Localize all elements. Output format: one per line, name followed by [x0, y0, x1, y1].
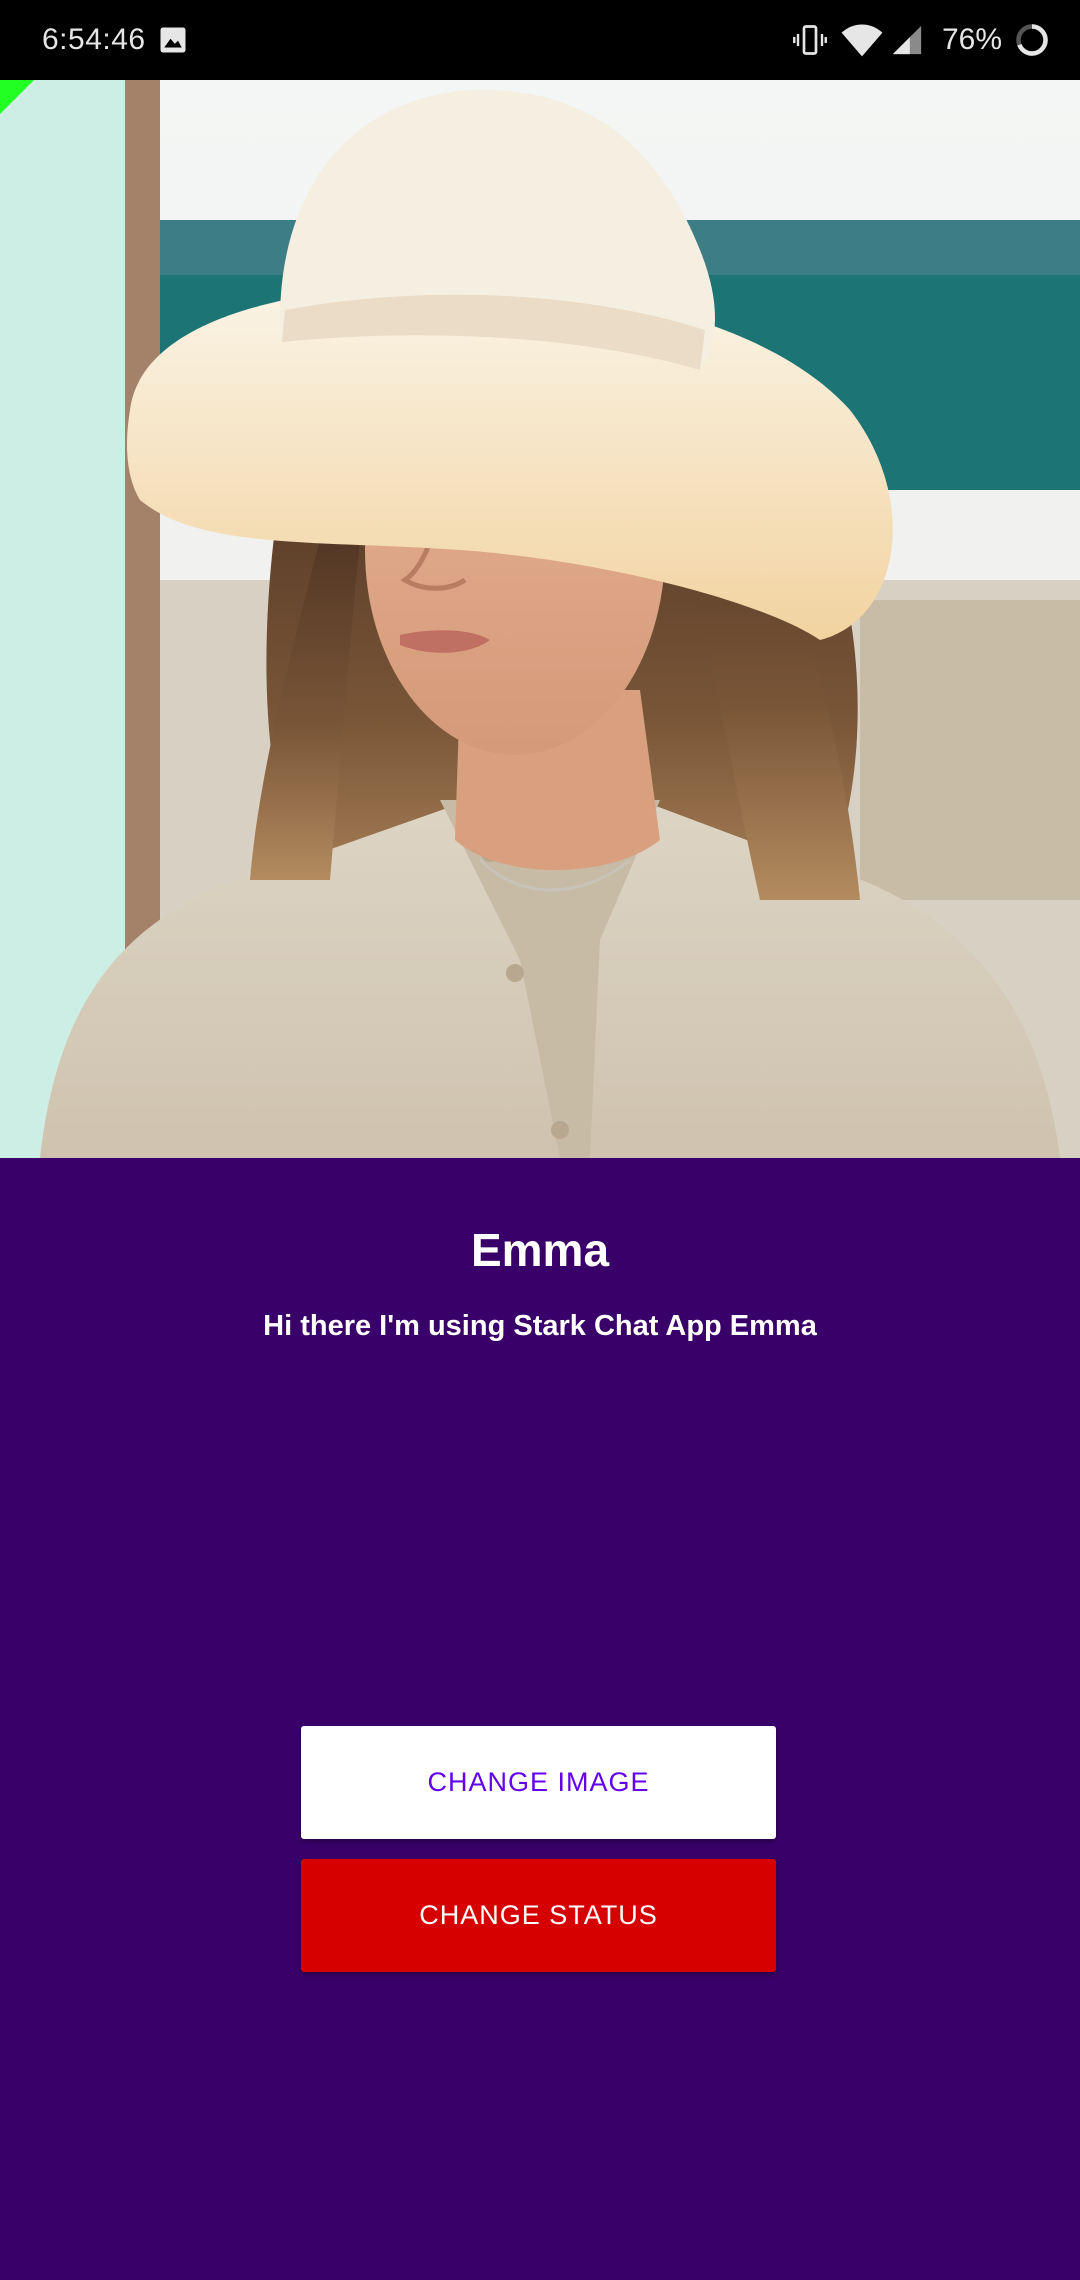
battery-icon: [1016, 24, 1048, 56]
profile-photo-illustration: [0, 80, 1080, 1158]
change-status-button[interactable]: CHANGE STATUS: [301, 1859, 776, 1972]
wifi-icon: [841, 24, 883, 57]
change-image-button[interactable]: CHANGE IMAGE: [301, 1726, 776, 1839]
status-time: 6:54:46: [42, 23, 146, 56]
signal-icon: [892, 25, 922, 55]
profile-image[interactable]: [0, 80, 1080, 1158]
status-icons: 76%: [792, 18, 1050, 62]
battery-percent: 76%: [941, 23, 1002, 56]
profile-screen: 6:54:46 76% Emma Hi there I'm using Star…: [0, 0, 1080, 2280]
gallery-icon: [160, 27, 186, 53]
vibrate-icon: [793, 25, 827, 55]
corner-marker: [0, 80, 34, 114]
profile-name: Emma: [470, 1224, 610, 1276]
status-bar: 6:54:46 76%: [0, 0, 1080, 80]
profile-status: Hi there I'm using Stark Chat App Emma: [263, 1310, 817, 1342]
